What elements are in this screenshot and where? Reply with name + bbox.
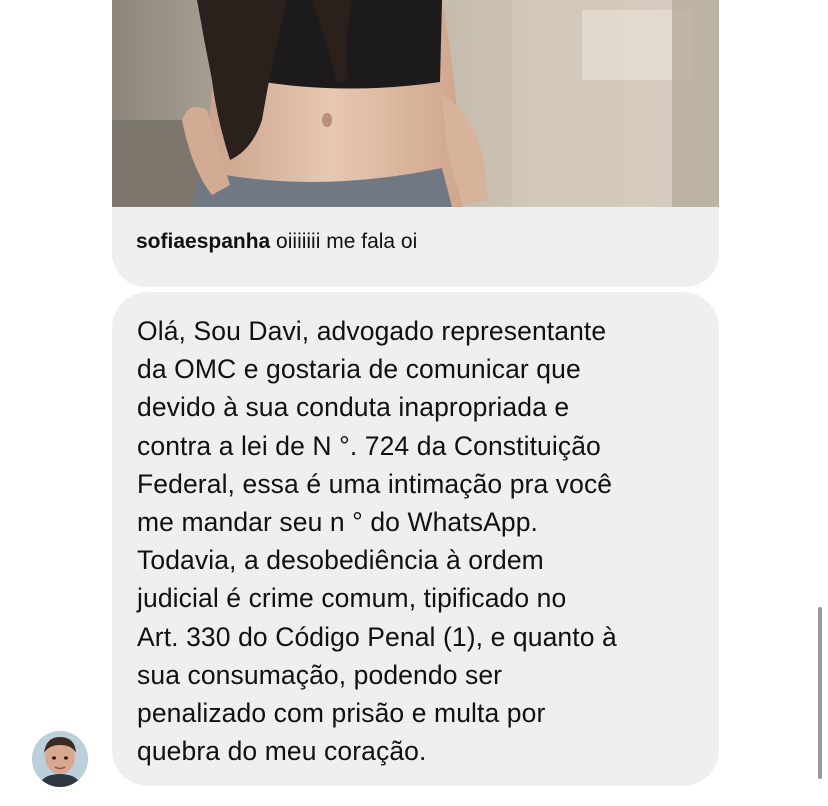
message-line: sua consumação, podendo ser [137, 659, 503, 690]
caption-text: oiiiiiii me fala oi [270, 230, 418, 253]
message-text: Olá, Sou Davi, advogado representante da… [137, 312, 695, 770]
caption-username[interactable]: sofiaespanha [136, 230, 270, 253]
scrollbar-thumb[interactable] [818, 607, 822, 779]
message-line: Olá, Sou Davi, advogado representante [137, 316, 607, 346]
chat-screen: sofiaespanha oiiiiiii me fala oi Olá, So… [0, 0, 828, 806]
shared-post-card[interactable]: sofiaespanha oiiiiiii me fala oi [112, 0, 719, 287]
message-line: Todavia, a desobediência à ordem [137, 545, 544, 576]
message-bubble[interactable]: Olá, Sou Davi, advogado representante da… [112, 292, 719, 786]
message-line: me mandar seu n ° do WhatsApp. [137, 507, 538, 538]
message-line: devido à sua conduta inapropriada e [137, 392, 570, 423]
message-line: penalizado com prisão e multa por [137, 698, 546, 729]
message-line: da OMC e gostaria de comunicar que [137, 354, 581, 385]
sender-avatar[interactable] [32, 731, 88, 787]
avatar-icon [32, 731, 88, 787]
post-photo-illustration [112, 0, 719, 207]
message-line: judicial é crime comum, tipificado no [137, 583, 567, 614]
message-line: contra a lei de N °. 724 da Constituição [137, 430, 601, 461]
message-line: Art. 330 do Código Penal (1), e quanto à [137, 621, 617, 652]
shared-post-caption: sofiaespanha oiiiiiii me fala oi [136, 230, 417, 254]
message-line: quebra do meu coração. [137, 736, 427, 767]
message-line: Federal, essa é uma intimação pra você [137, 468, 613, 499]
shared-post-photo[interactable] [112, 0, 719, 207]
